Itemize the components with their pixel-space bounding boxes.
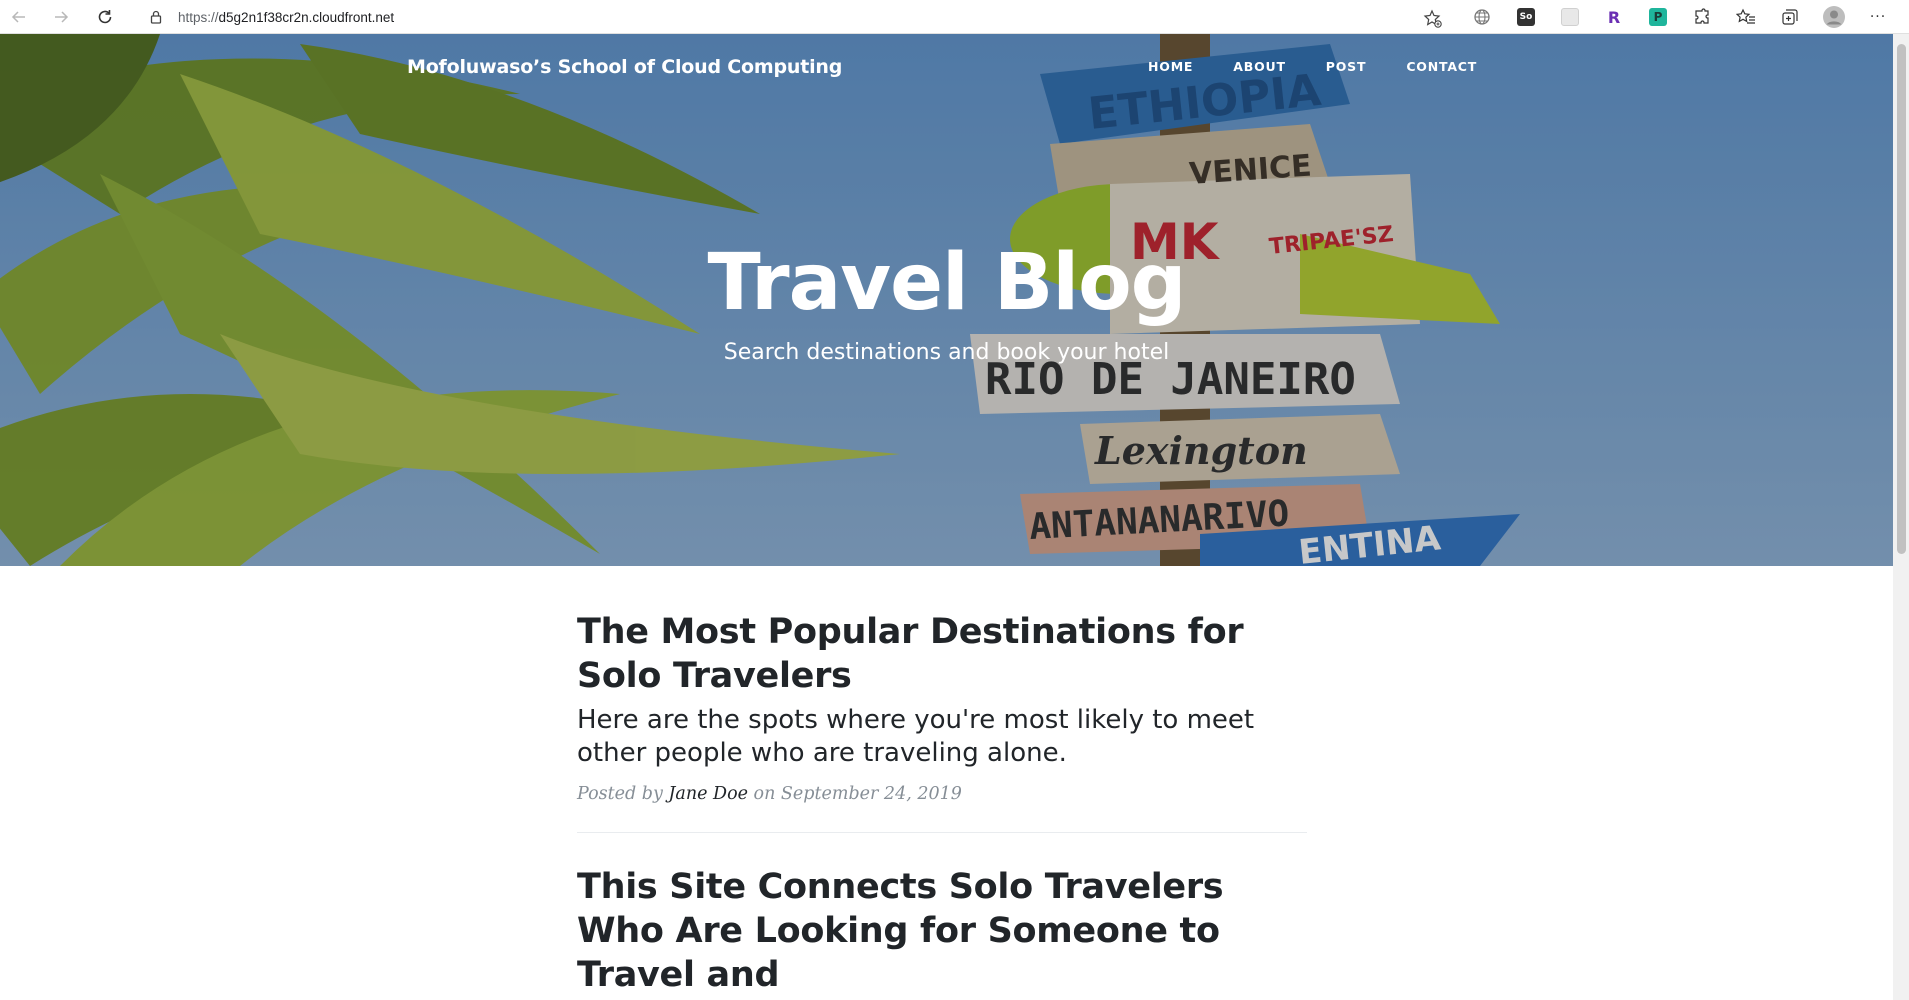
nav-home-link[interactable]: HOME [1148,59,1193,74]
post-author-link[interactable]: Jane Doe [668,784,748,804]
favorites-icon[interactable] [1724,2,1768,32]
lock-icon[interactable] [146,7,166,27]
add-favorite-button[interactable] [1418,4,1448,34]
url-scheme: https:// [178,9,219,25]
hero-header: ETHIOPIA VENICE MK TRIPAE'SZ RIO DE JANE… [0,34,1893,566]
page-title: Travel Blog [707,238,1187,328]
more-menu-label: ··· [1869,9,1887,25]
url-text[interactable]: https://d5g2n1f38cr2n.cloudfront.net [178,10,394,25]
r-extension-icon[interactable]: R [1592,2,1636,32]
more-menu-icon[interactable]: ··· [1856,2,1900,32]
p-extension-label: P [1649,8,1667,26]
post-list: The Most Popular Destinations for Solo T… [577,610,1307,997]
extensions-bar: So R P ··· [1460,2,1900,32]
main-nav: HOME ABOUT POST CONTACT [1148,59,1517,74]
post-preview: The Most Popular Destinations for Solo T… [577,610,1307,804]
arrow-left-icon [11,11,25,23]
post-meta: Posted by Jane Doe on September 24, 2019 [577,784,1307,804]
post-subtitle[interactable]: Here are the spots where you're most lik… [577,704,1307,770]
collections-icon[interactable] [1768,2,1812,32]
address-bar[interactable]: https://d5g2n1f38cr2n.cloudfront.net [134,2,1434,32]
scrollbar-thumb[interactable] [1897,44,1906,554]
p-extension-icon[interactable]: P [1636,2,1680,32]
page-subtitle: Search destinations and book your hotel [723,340,1170,365]
post-meta-prefix: Posted by [577,784,663,804]
seo-extension-icon[interactable]: So [1504,2,1548,32]
placeholder-box [1561,8,1579,26]
post-divider [577,832,1307,833]
post-title-link[interactable]: The Most Popular Destinations for Solo T… [577,610,1307,698]
arrow-right-icon [55,11,69,23]
nav-post-link[interactable]: POST [1326,59,1367,74]
seo-extension-label: So [1517,8,1535,26]
back-button[interactable] [4,2,34,32]
nav-contact-link[interactable]: CONTACT [1406,59,1477,74]
puzzle-extensions-icon[interactable] [1680,2,1724,32]
r-extension-label: R [1607,7,1621,27]
star-plus-icon [1423,9,1442,28]
post-preview: This Site Connects Solo Travelers Who Ar… [577,865,1307,997]
reload-icon [98,10,112,24]
globe-icon[interactable] [1460,2,1504,32]
profile-avatar-icon[interactable] [1812,2,1856,32]
site-brand-link[interactable]: Mofoluwaso’s School of Cloud Computing [407,56,842,78]
nav-about-link[interactable]: ABOUT [1233,59,1286,74]
forward-button[interactable] [46,2,76,32]
browser-toolbar: https://d5g2n1f38cr2n.cloudfront.net So … [0,0,1909,34]
extension-placeholder-icon[interactable] [1548,2,1592,32]
url-host: d5g2n1f38cr2n.cloudfront.net [218,9,395,25]
reload-button[interactable] [90,2,120,32]
post-title-link[interactable]: This Site Connects Solo Travelers Who Ar… [577,865,1307,997]
page-scrollbar[interactable] [1893,34,1909,1000]
post-date: on September 24, 2019 [753,784,962,804]
